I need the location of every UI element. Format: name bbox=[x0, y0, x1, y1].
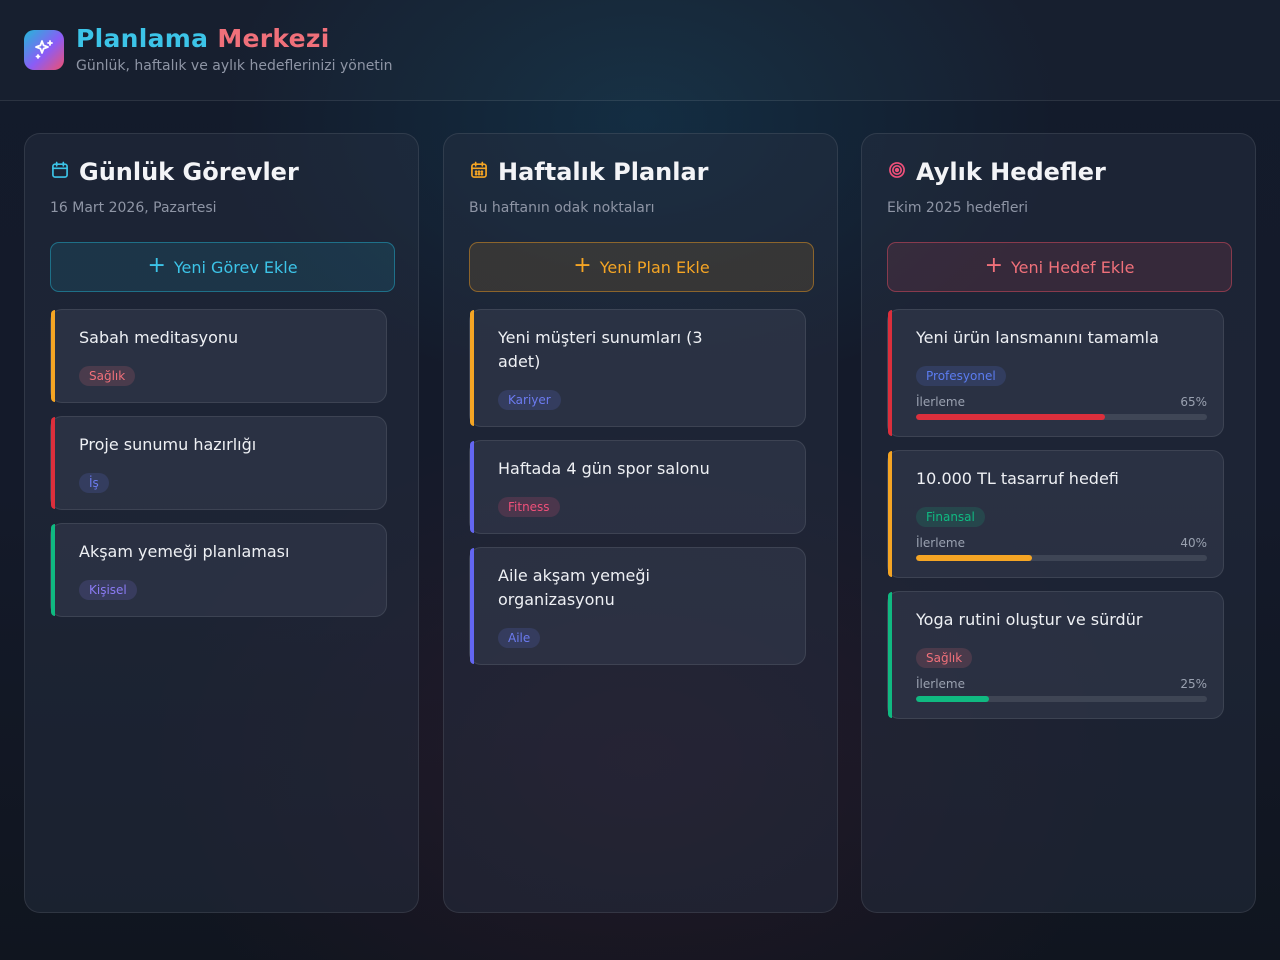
card-accent-bar bbox=[470, 310, 474, 426]
category-tag: Kariyer bbox=[498, 390, 561, 410]
column-title: Günlük Görevler bbox=[79, 158, 299, 186]
goal-list: Yeni ürün lansmanını tamamla Profesyonel İ… bbox=[887, 309, 1224, 732]
add-goal-label: Yeni Hedef Ekle bbox=[1011, 257, 1135, 277]
calendar-grid-icon bbox=[469, 160, 489, 184]
goal-card[interactable]: 10.000 TL tasarruf hedefi Finansal İlerlem… bbox=[887, 450, 1224, 578]
progress-bar-fill bbox=[916, 414, 1106, 420]
plus-icon: + bbox=[573, 253, 592, 278]
card-title: Yeni ürün lansmanını tamamla bbox=[916, 328, 1159, 347]
progress-label: İlerleme bbox=[916, 395, 965, 409]
card-accent-bar bbox=[888, 310, 892, 436]
column-header: Aylık Hedefler bbox=[887, 158, 1106, 186]
app-title-part2: Merkezi bbox=[217, 24, 330, 53]
progress-label: İlerleme bbox=[916, 677, 965, 691]
progress-bar bbox=[916, 555, 1207, 561]
progress-label: İlerleme bbox=[916, 536, 965, 550]
card-accent-bar bbox=[51, 417, 55, 509]
column-subtitle: Bu haftanın odak noktaları bbox=[469, 200, 655, 216]
card-title: Akşam yemeği planlaması bbox=[79, 542, 290, 561]
progress-row: İlerleme 65% bbox=[916, 395, 1207, 409]
add-plan-button[interactable]: + Yeni Plan Ekle bbox=[469, 242, 814, 292]
card-accent-bar bbox=[470, 441, 474, 533]
card-title: Yeni müşteri sunumları (3 adet) bbox=[498, 328, 703, 371]
goal-card[interactable]: Yoga rutini oluştur ve sürdür Sağlık İlerl… bbox=[887, 591, 1224, 719]
target-icon bbox=[887, 160, 907, 184]
progress-bar-fill bbox=[916, 555, 1033, 561]
column-header: Günlük Görevler bbox=[50, 158, 299, 186]
weekly-plans-column: Haftalık Planlar Bu haftanın odak noktal… bbox=[443, 133, 838, 913]
category-tag: Sağlık bbox=[79, 366, 136, 386]
card-title: Proje sunumu hazırlığı bbox=[79, 435, 257, 454]
category-tag: Kişisel bbox=[79, 580, 137, 600]
column-title: Aylık Hedefler bbox=[916, 158, 1106, 186]
sparkles-icon bbox=[24, 30, 64, 70]
plan-list: Yeni müşteri sunumları (3 adet) Kariyer Ha… bbox=[469, 309, 806, 678]
column-subtitle: Ekim 2025 hedefleri bbox=[887, 200, 1029, 216]
add-task-label: Yeni Görev Ekle bbox=[173, 257, 298, 277]
app-title: Planlama Merkezi bbox=[76, 24, 330, 53]
progress-percent: 40% bbox=[1180, 536, 1207, 550]
add-goal-button[interactable]: + Yeni Hedef Ekle bbox=[887, 242, 1232, 292]
card-accent-bar bbox=[888, 592, 892, 718]
card-title: Haftada 4 gün spor salonu bbox=[498, 459, 710, 478]
daily-tasks-column: Günlük Görevler 16 Mart 2026, Pazartesi … bbox=[24, 133, 419, 913]
category-tag: Sağlık bbox=[916, 648, 973, 668]
category-tag: Aile bbox=[498, 628, 541, 648]
plan-card[interactable]: Haftada 4 gün spor salonu Fitness bbox=[469, 440, 806, 534]
progress-percent: 25% bbox=[1180, 677, 1207, 691]
card-title: Sabah meditasyonu bbox=[79, 328, 239, 347]
card-accent-bar bbox=[51, 310, 55, 402]
column-subtitle: 16 Mart 2026, Pazartesi bbox=[50, 200, 217, 216]
card-accent-bar bbox=[888, 451, 892, 577]
task-card[interactable]: Sabah meditasyonu Sağlık bbox=[50, 309, 387, 403]
progress-row: İlerleme 25% bbox=[916, 677, 1207, 691]
plan-card[interactable]: Yeni müşteri sunumları (3 adet) Kariyer bbox=[469, 309, 806, 427]
category-tag: Finansal bbox=[916, 507, 985, 527]
add-task-button[interactable]: + Yeni Görev Ekle bbox=[50, 242, 395, 292]
category-tag: Profesyonel bbox=[916, 366, 1006, 386]
task-list: Sabah meditasyonu Sağlık Proje sunumu hazı… bbox=[50, 309, 387, 630]
app-subtitle: Günlük, haftalık ve aylık hedeflerinizi … bbox=[76, 58, 393, 74]
progress-bar bbox=[916, 696, 1207, 702]
column-header: Haftalık Planlar bbox=[469, 158, 709, 186]
calendar-icon bbox=[50, 160, 70, 184]
card-title: Yoga rutini oluştur ve sürdür bbox=[916, 610, 1143, 629]
category-tag: İş bbox=[79, 473, 109, 493]
plus-icon: + bbox=[984, 253, 1003, 278]
category-tag: Fitness bbox=[498, 497, 560, 517]
goal-card[interactable]: Yeni ürün lansmanını tamamla Profesyonel İ… bbox=[887, 309, 1224, 437]
card-accent-bar bbox=[51, 524, 55, 616]
progress-row: İlerleme 40% bbox=[916, 536, 1207, 550]
task-card[interactable]: Akşam yemeği planlaması Kişisel bbox=[50, 523, 387, 617]
app-header: Planlama Merkezi Günlük, haftalık ve ayl… bbox=[0, 0, 1280, 101]
task-card[interactable]: Proje sunumu hazırlığı İş bbox=[50, 416, 387, 510]
progress-bar bbox=[916, 414, 1207, 420]
plus-icon: + bbox=[147, 253, 166, 278]
card-title: Aile akşam yemeği organizasyonu bbox=[498, 566, 650, 609]
plan-card[interactable]: Aile akşam yemeği organizasyonu Aile bbox=[469, 547, 806, 665]
progress-percent: 65% bbox=[1180, 395, 1207, 409]
card-accent-bar bbox=[470, 548, 474, 664]
app-title-part1: Planlama bbox=[76, 24, 209, 53]
monthly-goals-column: Aylık Hedefler Ekim 2025 hedefleri + Yen… bbox=[861, 133, 1256, 913]
column-title: Haftalık Planlar bbox=[498, 158, 709, 186]
card-title: 10.000 TL tasarruf hedefi bbox=[916, 469, 1119, 488]
add-plan-label: Yeni Plan Ekle bbox=[599, 257, 710, 277]
progress-bar-fill bbox=[916, 696, 989, 702]
